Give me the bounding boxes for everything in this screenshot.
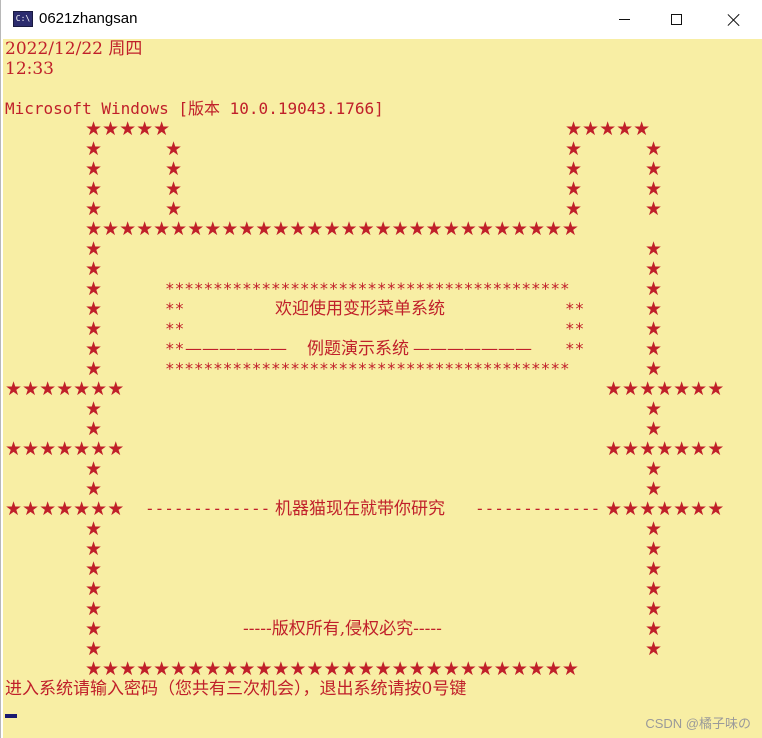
star-run: ★ xyxy=(165,178,183,200)
close-button[interactable] xyxy=(711,0,757,39)
star-top-right: ★★★★★ xyxy=(565,118,651,140)
console-window: C:\ 0621zhangsan 2022/12/22 周四 12:33 Mic… xyxy=(0,0,762,738)
star-left-edge: ★ xyxy=(85,478,103,500)
star-left-edge: ★ xyxy=(85,558,103,580)
star-left-arm: ★★★★★★★ xyxy=(5,378,125,400)
asterisk-right: ** xyxy=(565,299,585,318)
star-run: ★ xyxy=(85,158,103,180)
robot-text: 机器猫现在就带你研究 xyxy=(275,499,445,519)
date-line: 2022/12/22 周四 xyxy=(5,39,143,59)
star-run: ★ xyxy=(565,178,583,200)
star-run: ★ xyxy=(645,158,663,180)
text-cursor xyxy=(5,714,17,718)
star-left-edge: ★ xyxy=(85,458,103,480)
star-left-edge: ★ xyxy=(85,238,103,260)
star-run: ★ xyxy=(565,158,583,180)
copyright-text: -----版权所有,侵权必究----- xyxy=(243,619,442,639)
console-output[interactable]: 2022/12/22 周四 12:33 Microsoft Windows [版… xyxy=(3,39,762,738)
star-left-edge: ★ xyxy=(85,538,103,560)
star-left-edge: ★ xyxy=(85,618,103,640)
star-left-edge: ★ xyxy=(85,338,103,360)
star-right-arm: ★★★★★★★ xyxy=(605,378,725,400)
star-left-arm: ★★★★★★★ xyxy=(5,438,125,460)
star-right-edge: ★ xyxy=(645,238,663,260)
star-left-edge: ★ xyxy=(85,518,103,540)
dash-rule-right: ——————— xyxy=(413,339,532,359)
star-left-edge: ★ xyxy=(85,318,103,340)
star-run: ★ xyxy=(165,138,183,160)
star-right-edge: ★ xyxy=(645,278,663,300)
dash-rule-left: —————— xyxy=(185,339,287,359)
star-right-edge: ★ xyxy=(645,458,663,480)
minimize-button[interactable] xyxy=(601,0,647,39)
star-run: ★ xyxy=(85,138,103,160)
maximize-button[interactable] xyxy=(653,0,699,39)
prompt-line: 进入系统请输入密码（您共有三次机会），退出系统请按0号键 xyxy=(5,679,467,699)
star-left-edge: ★ xyxy=(85,358,103,380)
star-left-edge: ★ xyxy=(85,598,103,620)
title-bar[interactable]: C:\ 0621zhangsan xyxy=(1,0,762,39)
star-right-edge: ★ xyxy=(645,598,663,620)
maximize-icon xyxy=(670,14,682,25)
asterisk-left: ** xyxy=(165,299,185,318)
star-left-edge: ★ xyxy=(85,418,103,440)
close-icon xyxy=(727,13,741,27)
star-right-edge: ★ xyxy=(645,398,663,420)
star-left-arm: ★★★★★★★ xyxy=(5,498,125,520)
star-right-edge: ★ xyxy=(645,638,663,660)
star-right-edge: ★ xyxy=(645,298,663,320)
asterisk-left: ** xyxy=(165,339,185,358)
version-line: Microsoft Windows [版本 10.0.19043.1766] xyxy=(5,99,384,118)
star-run: ★ xyxy=(565,138,583,160)
star-top-bar: ★★★★★★★★★★★★★★★★★★★★★★★★★★★★★ xyxy=(85,218,579,240)
console-app-icon: C:\ xyxy=(13,11,33,27)
star-left-edge: ★ xyxy=(85,258,103,280)
asterisk-right: ** xyxy=(565,339,585,358)
star-right-arm: ★★★★★★★ xyxy=(605,498,725,520)
star-right-edge: ★ xyxy=(645,558,663,580)
star-left-edge: ★ xyxy=(85,298,103,320)
dash-run-left: ------------- xyxy=(145,499,271,518)
star-left-edge: ★ xyxy=(85,578,103,600)
asterisk-left: ** xyxy=(165,319,185,338)
welcome-title: 欢迎使用变形菜单系统 xyxy=(275,299,445,319)
star-run: ★ xyxy=(645,138,663,160)
time-line: 12:33 xyxy=(5,59,54,79)
star-right-edge: ★ xyxy=(645,518,663,540)
star-left-edge: ★ xyxy=(85,398,103,420)
star-run: ★ xyxy=(85,198,103,220)
star-right-edge: ★ xyxy=(645,358,663,380)
star-right-edge: ★ xyxy=(645,538,663,560)
star-right-edge: ★ xyxy=(645,578,663,600)
window-title: 0621zhangsan xyxy=(39,10,138,27)
star-run: ★ xyxy=(165,198,183,220)
watermark: CSDN @橘子味の xyxy=(645,716,751,731)
star-right-edge: ★ xyxy=(645,258,663,280)
asterisk-top: ****************************************… xyxy=(165,279,570,298)
star-left-edge: ★ xyxy=(85,278,103,300)
star-right-edge: ★ xyxy=(645,478,663,500)
dash-run-right: ------------- xyxy=(475,499,601,518)
star-run: ★ xyxy=(85,178,103,200)
star-right-edge: ★ xyxy=(645,338,663,360)
star-left-edge: ★ xyxy=(85,638,103,660)
asterisk-bottom: ****************************************… xyxy=(165,359,570,378)
star-right-edge: ★ xyxy=(645,318,663,340)
demo-title: 例题演示系统 xyxy=(307,339,409,359)
asterisk-right: ** xyxy=(565,319,585,338)
star-top-left: ★★★★★ xyxy=(85,118,171,140)
star-right-arm: ★★★★★★★ xyxy=(605,438,725,460)
star-run: ★ xyxy=(645,198,663,220)
star-right-edge: ★ xyxy=(645,418,663,440)
star-right-edge: ★ xyxy=(645,618,663,640)
star-run: ★ xyxy=(565,198,583,220)
minimize-icon xyxy=(618,19,630,20)
star-run: ★ xyxy=(645,178,663,200)
star-run: ★ xyxy=(165,158,183,180)
star-bottom-bar: ★★★★★★★★★★★★★★★★★★★★★★★★★★★★★ xyxy=(85,658,579,680)
